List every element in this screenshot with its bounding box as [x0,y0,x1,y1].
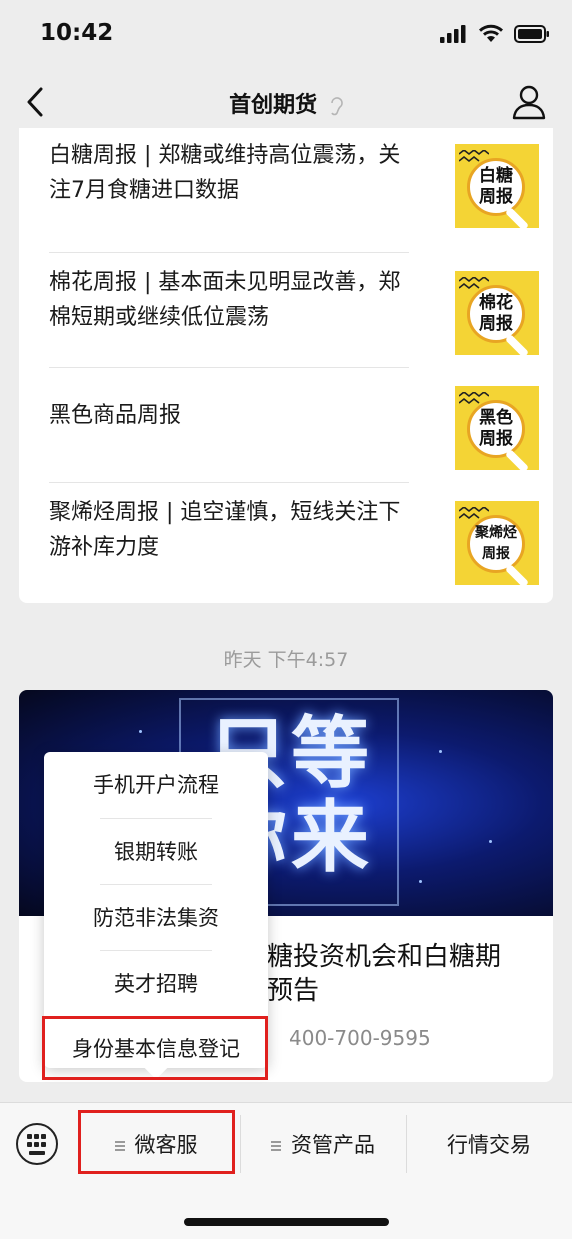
page-title: 首创期货 [0,87,572,119]
thumbnail-label: 白糖 周报 [479,166,513,207]
menu-item-bank-transfer[interactable]: 银期转账 [44,819,268,885]
article-item[interactable]: 聚烯烃周报 | 追空谨慎，短线关注下游补库力度 聚烯烃 周报 [49,483,539,598]
home-indicator[interactable] [184,1218,389,1226]
account-name: 首创期货 [229,93,318,118]
profile-icon[interactable] [512,84,546,120]
article-thumbnail: 聚烯烃 周报 [455,501,539,585]
thumbnail-label: 聚烯烃 周报 [475,525,517,562]
article-thumbnail: 白糖 周报 [455,144,539,228]
battery-icon [514,24,549,43]
menu-item-recruitment[interactable]: 英才招聘 [44,951,268,1017]
bottom-menu-label: 行情交易 [447,1133,531,1157]
thumbnail-label: 黑色 周报 [479,408,513,449]
keyboard-icon[interactable] [16,1123,58,1165]
article-thumbnail: 黑色 周报 [455,386,539,470]
status-icons [440,24,550,43]
message-timestamp: 昨天 下午4:57 [223,649,349,671]
article-title: 聚烯烃周报 | 追空谨慎，短线关注下游补库力度 [49,500,401,560]
wifi-icon [479,24,503,42]
status-bar: 10:42 [0,0,572,70]
status-time: 10:42 [40,20,114,46]
article-title: 白糖周报 | 郑糖或维持高位震荡，关注7月食糖进口数据 [49,143,401,203]
highlight-box-identity-registration [42,1016,268,1080]
thumbnail-label: 棉花 周报 [479,293,513,334]
article-card: 白糖周报 | 郑糖或维持高位震荡，关注7月食糖进口数据 白糖 周报 棉花周报 |… [19,128,553,603]
signal-icon [440,24,466,43]
ear-icon [331,97,343,116]
article-item[interactable]: 棉花周报 | 基本面未见明显改善，郑棉短期或继续低位震荡 棉花 周报 [49,253,539,368]
article-item[interactable]: 白糖周报 | 郑糖或维持高位震荡，关注7月食糖进口数据 白糖 周报 [49,138,539,253]
menu-item-anti-fraud[interactable]: 防范非法集资 [44,885,268,951]
highlight-box-customer-service [78,1110,235,1174]
menu-item-account-opening[interactable]: 手机开户流程 [44,752,268,818]
article-item[interactable]: 黑色商品周报 黑色 周报 [49,368,539,483]
article-title: 黑色商品周报 [49,403,182,428]
article-title: 棉花周报 | 基本面未见明显改善，郑棉短期或继续低位震荡 [49,270,401,330]
menu-list-icon [271,1141,281,1151]
article-thumbnail: 棉花 周报 [455,271,539,355]
nav-bar: 首创期货 [0,70,572,134]
bottom-menu-label: 资管产品 [291,1133,375,1157]
bottom-menu-market-trading[interactable]: 行情交易 [406,1103,572,1187]
bottom-menu-asset-products[interactable]: 资管产品 [240,1103,406,1187]
